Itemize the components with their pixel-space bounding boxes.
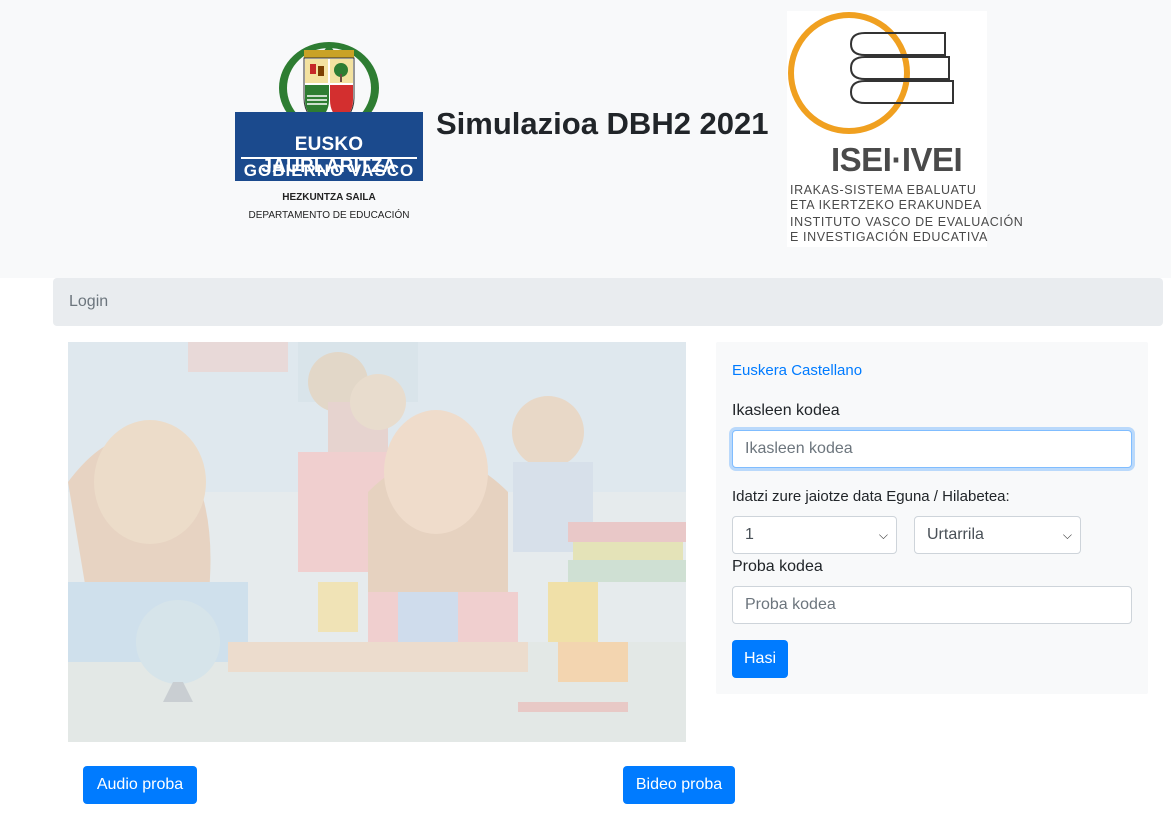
isei-line-4: E INVESTIGACIÓN EDUCATIVA (790, 230, 988, 244)
isei-line-2: ETA IKERTZEKO ERAKUNDEA (790, 198, 982, 212)
isei-name: ISEI·IVEI (831, 141, 963, 178)
lang-castellano-link[interactable]: Castellano (791, 362, 862, 379)
birthdate-label: Idatzi zure jaiotze data Eguna / Hilabet… (732, 488, 1010, 505)
logo-line-2: GOBIERNO VASCO (243, 161, 415, 180)
page-header: EUSKO JAURLARITZA GOBIERNO VASCO HEZKUNT… (0, 0, 1171, 278)
isei-line-1: IRAKAS-SISTEMA EBALUATU (790, 183, 977, 197)
breadcrumb: Login (53, 278, 1163, 326)
books-logo-icon (788, 12, 954, 134)
birth-month-value: Urtarrila (927, 526, 984, 543)
birth-day-select[interactable]: 1 ⌵ (732, 516, 897, 554)
start-button[interactable]: Hasi (732, 640, 788, 678)
breadcrumb-item-login: Login (69, 293, 109, 310)
children-classroom-illustration (68, 342, 686, 742)
birth-day-value: 1 (745, 526, 754, 543)
chevron-down-icon: ⌵ (878, 528, 888, 542)
birth-month-select[interactable]: Urtarrila ⌵ (914, 516, 1081, 554)
test-code-input[interactable] (732, 586, 1132, 624)
banner-divider (241, 157, 417, 159)
chevron-down-icon: ⌵ (1062, 528, 1072, 542)
student-code-label: Ikasleen kodea (732, 402, 840, 419)
hero-image (68, 342, 686, 742)
audio-test-button[interactable]: Audio proba (83, 766, 197, 804)
student-code-input[interactable] (732, 430, 1132, 468)
test-code-label: Proba kodea (732, 558, 823, 575)
page-title: Simulazioa DBH2 2021 (436, 106, 769, 141)
isei-ivei-logo: ISEI·IVEI IRAKAS-SISTEMA EBALUATU ETA IK… (787, 11, 1023, 247)
language-switcher: Euskera Castellano (732, 362, 862, 379)
dept-spanish: DEPARTAMENTO DE EDUCACIÓN (248, 210, 410, 221)
eusko-jaurlaritza-banner: EUSKO JAURLARITZA GOBIERNO VASCO (235, 112, 423, 181)
eusko-jaurlaritza-logo: EUSKO JAURLARITZA GOBIERNO VASCO HEZKUNT… (234, 36, 424, 226)
login-panel: Euskera Castellano Ikasleen kodea Idatzi… (716, 342, 1148, 694)
isei-line-3: INSTITUTO VASCO DE EVALUACIÓN (790, 215, 1024, 229)
dept-basque: HEZKUNTZA SAILA (282, 192, 376, 203)
lang-euskera-link[interactable]: Euskera (732, 362, 787, 379)
video-test-button[interactable]: Bideo proba (623, 766, 735, 804)
